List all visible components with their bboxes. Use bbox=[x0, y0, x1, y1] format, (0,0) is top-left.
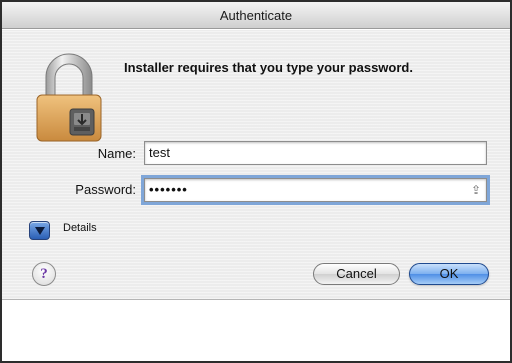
ok-button[interactable]: OK bbox=[409, 263, 489, 285]
dialog-content: Installer requires that you type your pa… bbox=[2, 30, 510, 300]
name-value: test bbox=[149, 145, 170, 160]
capslock-icon: ⇪ bbox=[470, 183, 482, 197]
details-disclosure-button[interactable] bbox=[29, 221, 50, 240]
password-field[interactable]: ••••••• ⇪ bbox=[141, 175, 490, 205]
name-field[interactable]: test bbox=[144, 141, 487, 165]
authenticate-dialog: Authenticate Installer requires that you… bbox=[0, 0, 512, 363]
details-label[interactable]: Details bbox=[63, 222, 97, 234]
name-label: Name: bbox=[97, 146, 136, 161]
password-label: Password: bbox=[75, 182, 136, 197]
password-value: ••••••• bbox=[149, 182, 188, 197]
help-button[interactable]: ? bbox=[32, 262, 56, 286]
window-title: Authenticate bbox=[2, 2, 510, 29]
prompt-text: Installer requires that you type your pa… bbox=[124, 60, 413, 75]
padlock-icon bbox=[36, 53, 102, 142]
cancel-button[interactable]: Cancel bbox=[313, 263, 400, 285]
disclosure-triangle-icon bbox=[35, 227, 45, 235]
